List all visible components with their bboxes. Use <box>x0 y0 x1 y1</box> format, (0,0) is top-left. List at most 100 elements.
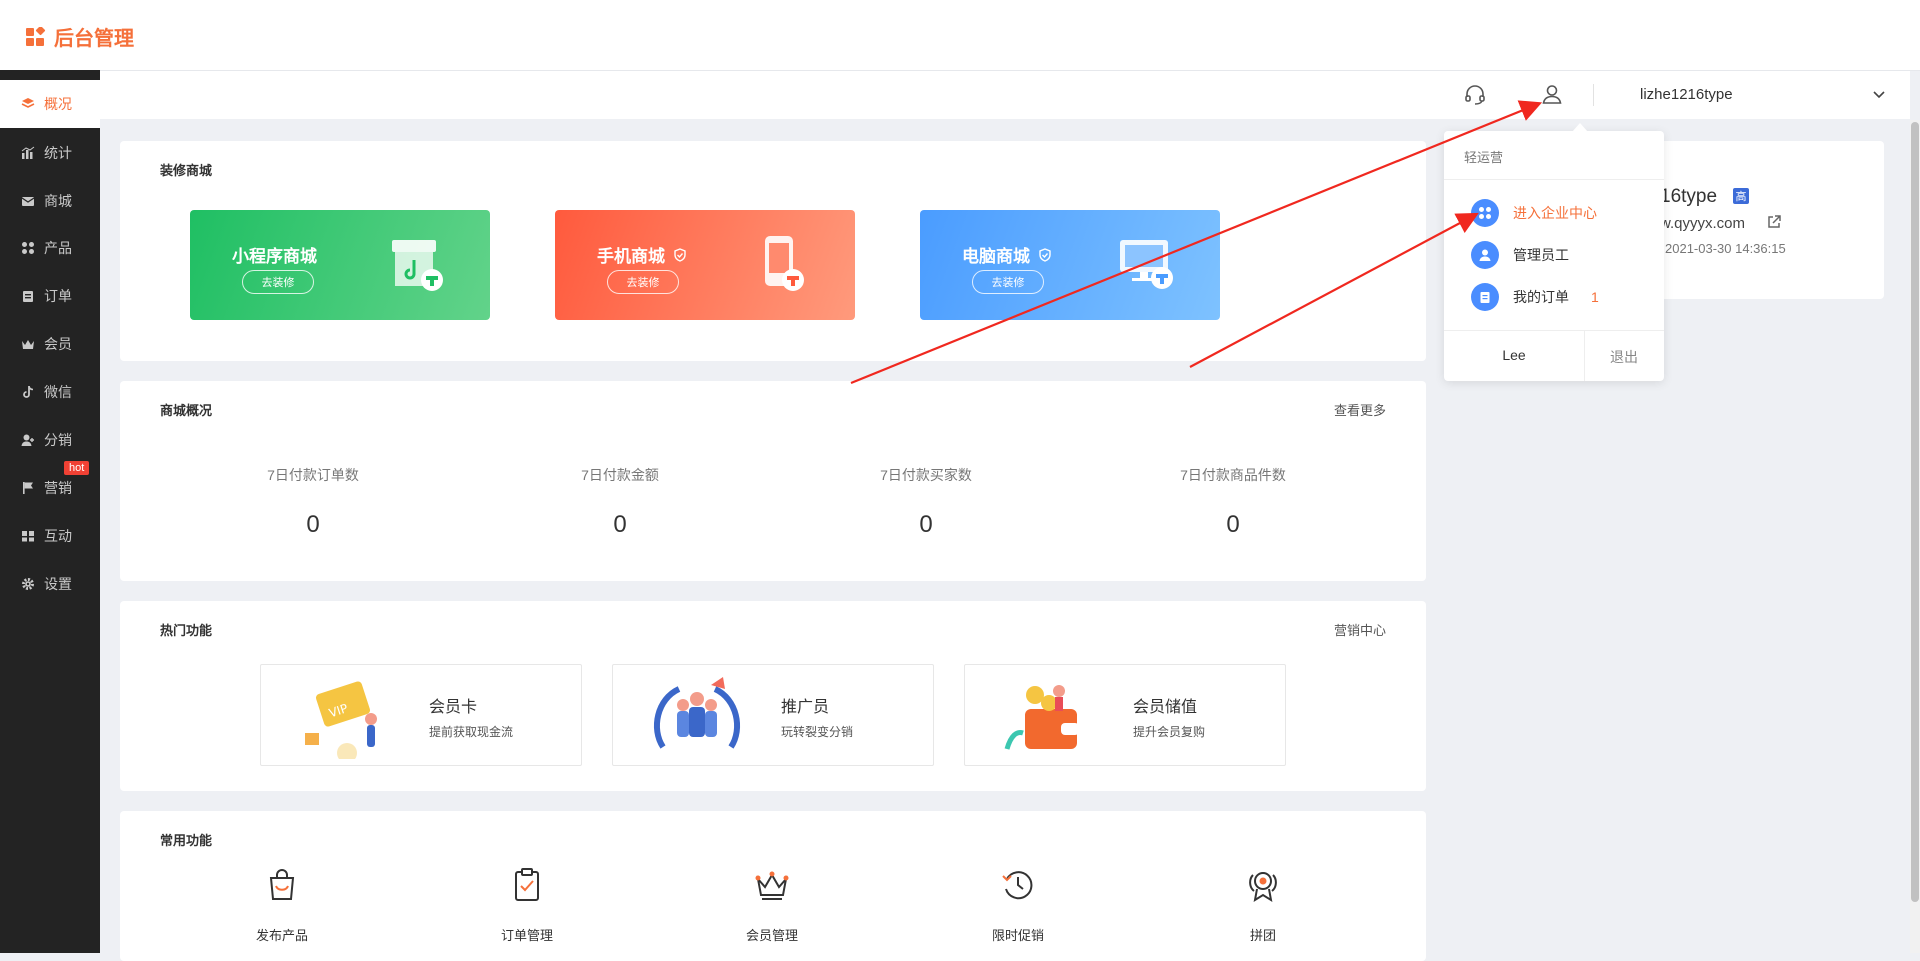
sidebar-item-label: 设置 <box>44 576 72 592</box>
pair-icon <box>20 528 36 544</box>
sidebar-item-settings[interactable]: 设置 <box>0 560 100 608</box>
dropdown-item-manage-staff[interactable]: 管理员工 <box>1471 241 1569 269</box>
view-more-link[interactable]: 查看更多 <box>1334 400 1386 419</box>
tiktok-icon <box>20 384 36 400</box>
sidebar-item-member[interactable]: 会员 <box>0 320 100 368</box>
layers-icon <box>20 96 36 112</box>
sidebar-item-label: 产品 <box>44 240 72 256</box>
stat-value: 0 <box>919 511 933 538</box>
grid-icon <box>20 240 36 256</box>
feature-promoter[interactable]: 推广员 玩转裂变分销 <box>612 664 934 766</box>
common-item-label: 发布产品 <box>255 928 308 943</box>
sidebar-item-marketing[interactable]: 营销 <box>0 464 100 512</box>
username-label[interactable]: lizhe1216type <box>1640 86 1733 103</box>
sidebar-item-interaction[interactable]: 互动 <box>0 512 100 560</box>
feature-title: 推广员 <box>781 699 830 716</box>
stat-value: 0 <box>1226 511 1240 538</box>
logo-icon <box>26 26 46 46</box>
feature-member-card[interactable]: VIP 会员卡 提前获取现金流 <box>260 664 582 766</box>
decorate-button[interactable]: 去装修 <box>972 270 1044 294</box>
feature-member-recharge[interactable]: 会员储值 提升会员复购 <box>964 664 1286 766</box>
shop-name: 电脑商城 <box>962 242 1052 267</box>
sidebar-item-stats[interactable]: 统计 <box>0 129 100 177</box>
sidebar-item-label: 概况 <box>44 96 72 112</box>
storefront-icon <box>392 240 443 291</box>
app-title: 后台管理 <box>54 28 134 50</box>
stat-value: 0 <box>613 511 627 538</box>
common-item-label: 拼团 <box>1249 928 1276 943</box>
chevron-down-icon[interactable] <box>1872 87 1886 104</box>
sidebar-item-product[interactable]: 产品 <box>0 224 100 272</box>
feature-subtitle: 提前获取现金流 <box>429 725 514 739</box>
order-list-icon <box>1471 283 1499 311</box>
level-badge: 高 <box>1733 188 1749 204</box>
decorate-mall-card: 装修商城 小程序商城 去装修 手机商城 去装修 电脑商城 去装修 <box>120 141 1426 361</box>
common-item-label: 会员管理 <box>745 928 798 943</box>
shop-name: 手机商城 <box>597 242 687 267</box>
monitor-icon <box>1120 240 1173 289</box>
user-icon[interactable] <box>1541 83 1563 108</box>
apps-icon <box>1471 199 1499 227</box>
crown-icon <box>20 336 36 352</box>
dropdown-item-label: 进入企业中心 <box>1513 205 1597 221</box>
external-link-icon[interactable] <box>1766 214 1782 233</box>
account-date: 2021-03-30 14:36:15 <box>1665 241 1786 256</box>
decorate-button[interactable]: 去装修 <box>607 270 679 294</box>
logout-button[interactable]: 退出 <box>1584 347 1664 367</box>
stat-label: 7日付款金额 <box>581 467 659 483</box>
sidebar-item-label: 订单 <box>44 288 72 304</box>
marketing-center-link[interactable]: 营销中心 <box>1334 620 1386 639</box>
hot-features-card: 热门功能 营销中心 VIP 会员卡 提前获取现金流 推广员 玩转裂变分销 会员储… <box>120 601 1426 791</box>
user-dropdown-menu: 轻运营 进入企业中心 管理员工 我的订单 1 Lee 退出 <box>1444 123 1664 381</box>
dropdown-item-enterprise-center[interactable]: 进入企业中心 <box>1471 199 1597 227</box>
sidebar-item-label: 微信 <box>44 384 72 400</box>
headset-icon[interactable] <box>1464 84 1486 109</box>
sidebar-item-label: 统计 <box>44 145 72 161</box>
feature-subtitle: 提升会员复购 <box>1133 725 1206 739</box>
dropdown-header: 轻运营 <box>1464 150 1504 165</box>
sidebar-item-label: 会员 <box>44 336 72 352</box>
sidebar-item-label: 商城 <box>44 193 72 209</box>
shop-tile-mobile[interactable]: 手机商城 去装修 <box>555 210 855 320</box>
sidebar-item-label: 互动 <box>44 528 72 544</box>
gear-icon <box>20 576 36 592</box>
clipboard-check-icon <box>515 868 539 901</box>
order-count-badge: 1 <box>1591 289 1599 305</box>
crown-icon <box>755 871 789 900</box>
mail-icon <box>20 193 36 209</box>
stat-label: 7日付款订单数 <box>267 467 359 483</box>
shop-tile-miniprogram[interactable]: 小程序商城 去装修 <box>190 210 490 320</box>
feature-title: 会员卡 <box>429 699 478 716</box>
decorate-button[interactable]: 去装修 <box>242 270 314 294</box>
verified-shield-icon <box>1039 247 1051 262</box>
stat-value: 0 <box>306 511 320 538</box>
sidebar-item-order[interactable]: 订单 <box>0 272 100 320</box>
sidebar-item-wechat[interactable]: 微信 <box>0 368 100 416</box>
dropdown-item-my-orders[interactable]: 我的订单 1 <box>1471 283 1599 311</box>
account-domain[interactable]: w.qyyyx.com <box>1660 215 1745 232</box>
sidebar-item-mall[interactable]: 商城 <box>0 177 100 225</box>
dropdown-user-name: Lee <box>1502 347 1526 363</box>
app-logo[interactable]: 后台管理 <box>26 22 134 51</box>
account-name: 16type <box>1660 186 1718 207</box>
shop-tile-pc[interactable]: 电脑商城 去装修 <box>920 210 1220 320</box>
dropdown-divider <box>1444 330 1664 331</box>
shopping-bag-icon <box>269 869 295 900</box>
stat-label: 7日付款商品件数 <box>1180 467 1286 483</box>
promoter-illustration-icon <box>653 677 741 749</box>
section-title: 装修商城 <box>160 163 213 178</box>
section-title: 商城概况 <box>160 403 213 418</box>
sidebar-item-label: 分销 <box>44 432 72 448</box>
sub-header <box>100 71 1910 119</box>
clock-history-icon <box>1002 871 1033 900</box>
dropdown-item-label: 我的订单 <box>1513 289 1569 305</box>
user-add-icon <box>20 432 36 448</box>
mall-overview-card: 商城概况 查看更多 7日付款订单数 0 7日付款金额 0 7日付款买家数 0 7… <box>120 381 1426 581</box>
sidebar-item-overview[interactable]: 概况 <box>0 80 100 128</box>
sidebar-item-distribution[interactable]: 分销 <box>0 416 100 464</box>
wallet-illustration-icon <box>1004 685 1079 750</box>
feature-title: 会员储值 <box>1133 699 1198 716</box>
common-item-label: 订单管理 <box>500 928 553 943</box>
scrollbar-thumb[interactable] <box>1911 122 1919 902</box>
header-divider <box>1593 84 1594 106</box>
